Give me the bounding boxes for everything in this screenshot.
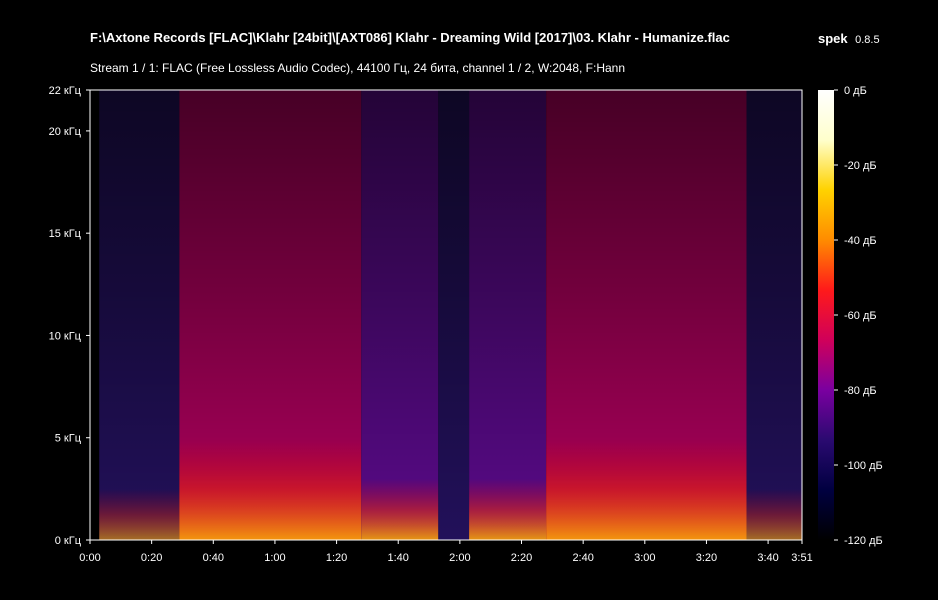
y-tick-label: 0 кГц xyxy=(55,535,82,547)
x-tick-label: 3:00 xyxy=(634,552,655,564)
colorbar-tick-label: -20 дБ xyxy=(844,160,877,172)
colorbar-tick-label: -80 дБ xyxy=(844,385,877,397)
x-tick-label: 0:40 xyxy=(203,552,224,564)
y-tick-label: 5 кГц xyxy=(55,433,82,445)
colorbar xyxy=(818,90,834,540)
colorbar-axis: 0 дБ -20 дБ -40 дБ -60 дБ -80 дБ -100 дБ -120 … xyxy=(834,85,883,547)
x-tick-label: 1:20 xyxy=(326,552,347,564)
colorbar-tick-label: 0 дБ xyxy=(844,85,867,97)
x-tick-label: 3:20 xyxy=(696,552,717,564)
x-tick-label: 0:20 xyxy=(141,552,162,564)
colorbar-tick-label: -120 дБ xyxy=(844,535,883,547)
x-tick-label: 3:51 xyxy=(791,552,812,564)
x-tick-label: 1:40 xyxy=(388,552,409,564)
y-tick-label: 22 кГц xyxy=(49,85,82,97)
y-axis: 0 кГц 5 кГц 10 кГц 15 кГц 20 кГц 22 кГц xyxy=(49,85,90,547)
colorbar-tick-label: -40 дБ xyxy=(844,235,877,247)
y-tick-label: 20 кГц xyxy=(49,126,82,138)
y-tick-label: 10 кГц xyxy=(49,330,82,342)
colorbar-tick-label: -100 дБ xyxy=(844,460,883,472)
x-tick-label: 1:00 xyxy=(264,552,285,564)
colorbar-tick-label: -60 дБ xyxy=(844,310,877,322)
x-tick-label: 0:00 xyxy=(79,552,100,564)
x-tick-label: 2:00 xyxy=(449,552,470,564)
frequency-fade xyxy=(90,90,802,540)
y-tick-label: 15 кГц xyxy=(49,228,82,240)
x-tick-label: 3:40 xyxy=(757,552,778,564)
x-tick-label: 2:40 xyxy=(572,552,593,564)
x-axis: 0:00 0:20 0:40 1:00 1:20 1:40 2:00 2:20 2:40 3:00… xyxy=(79,540,813,564)
spectrogram-plot xyxy=(90,90,802,540)
spectrogram-chart: 0:00 0:20 0:40 1:00 1:20 1:40 2:00 2:20 2:40 3:00… xyxy=(49,85,883,564)
x-tick-label: 2:20 xyxy=(511,552,532,564)
